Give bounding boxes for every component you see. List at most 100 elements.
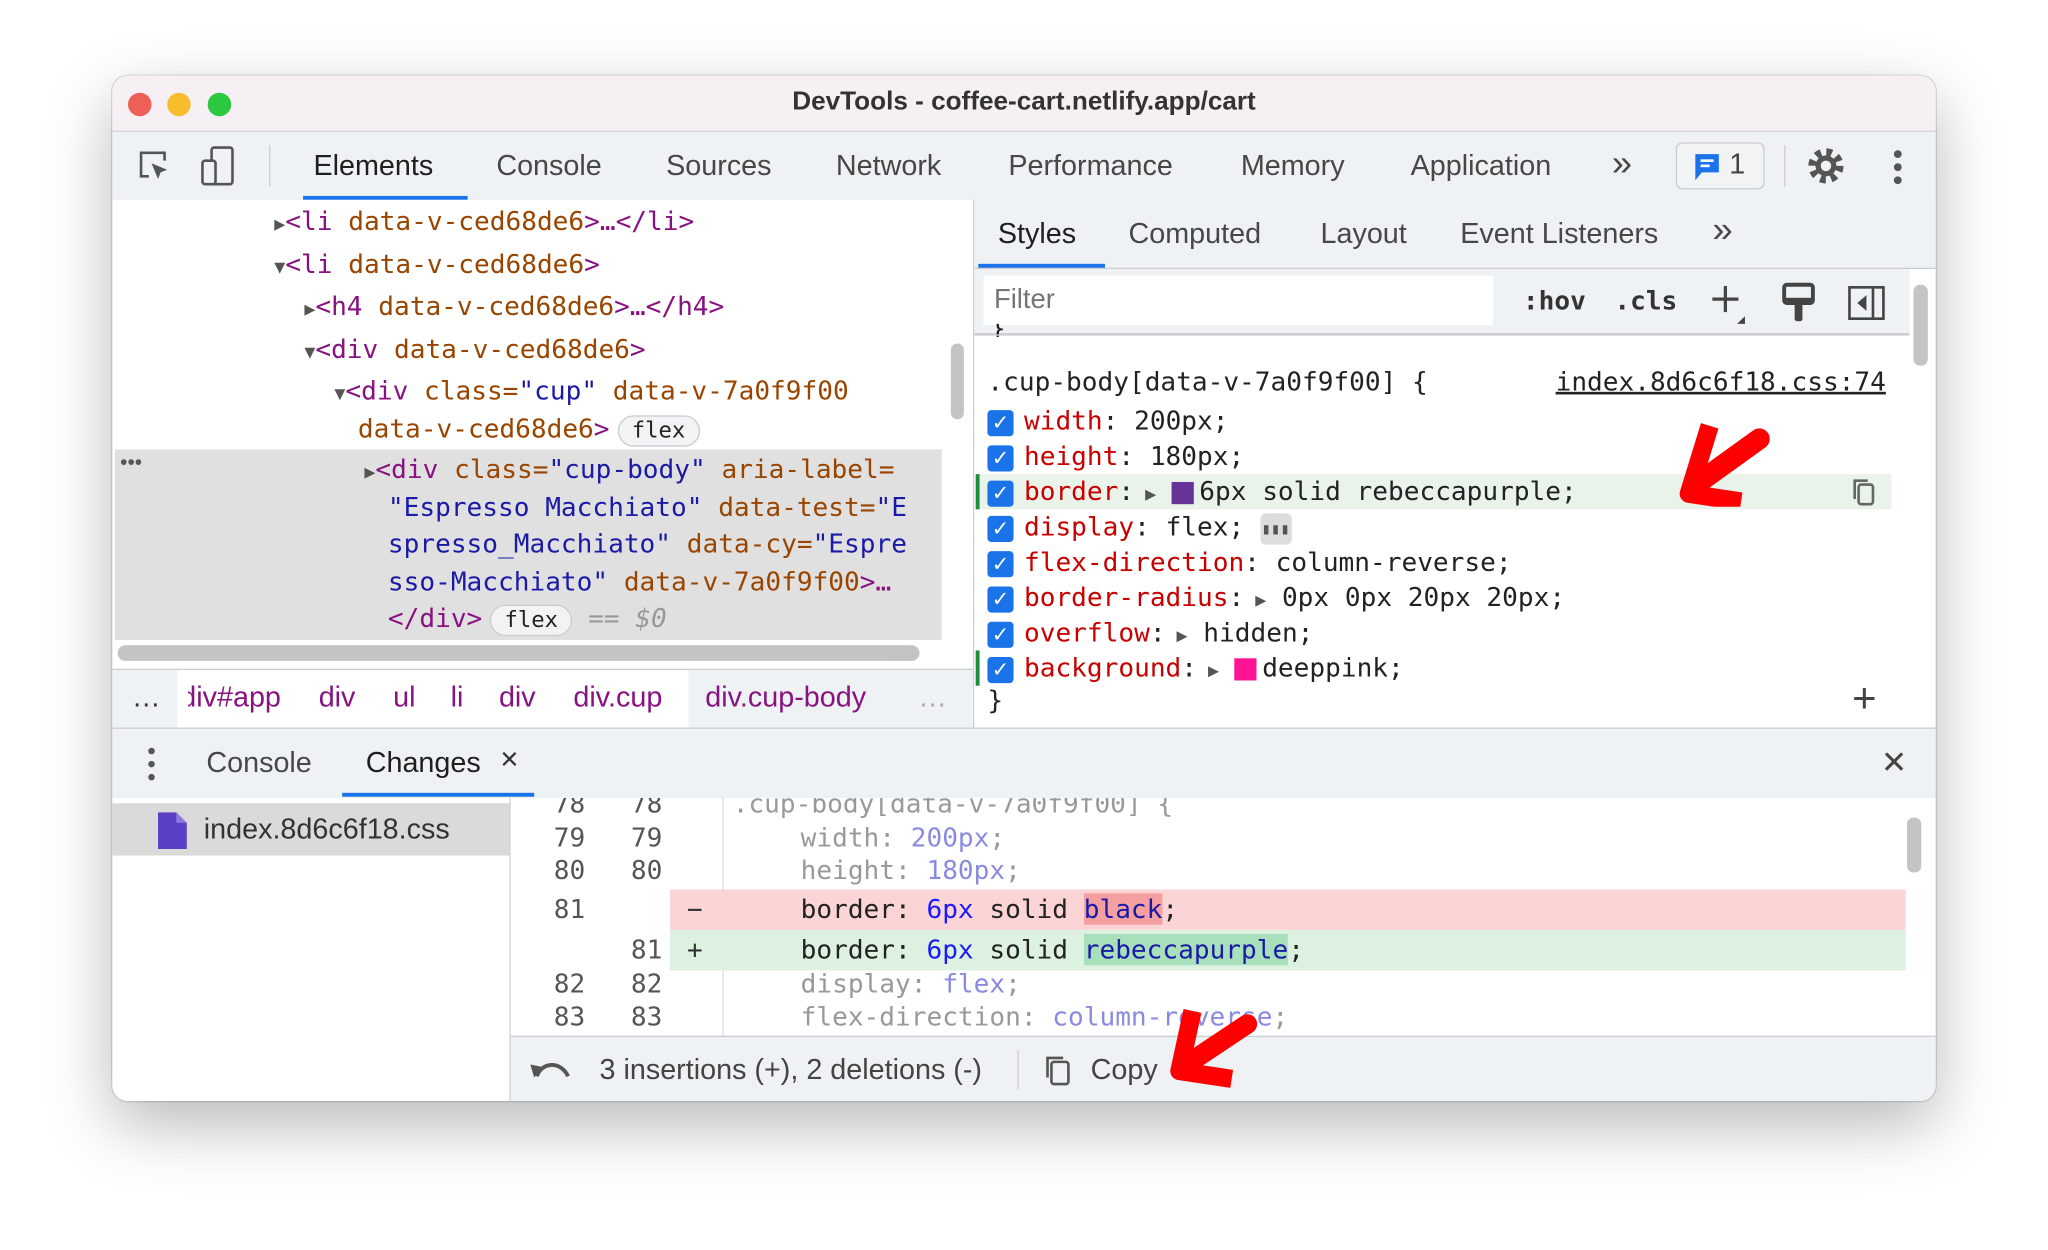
breadcrumb-div-app[interactable]: div#app [188,680,281,714]
breadcrumb-li[interactable]: li [451,680,464,714]
file-list-item[interactable]: index.8d6c6f18.css [112,803,510,856]
property-checkbox[interactable]: ✓ [987,479,1014,507]
property-checkbox[interactable]: ✓ [987,444,1014,471]
property-checkbox[interactable]: ✓ [987,550,1014,577]
tab-console[interactable]: Console [496,149,601,183]
property-checkbox[interactable]: ✓ [987,656,1014,683]
style-property-border-radius[interactable]: ✓ border-radius: ▶ 0px 0px 20px 20px; [987,580,1565,615]
settings-gear-icon[interactable] [1805,145,1847,187]
file-name: index.8d6c6f18.css [203,812,450,846]
dom-node-div-cup-body[interactable]: ▶<div class="cup-body" aria-label= [364,451,894,488]
property-checkbox[interactable]: ✓ [987,585,1014,612]
expand-triangle-icon[interactable]: ▶ [1244,590,1266,611]
collapse-triangle-icon[interactable]: ▼ [334,384,345,405]
diff-line: 80 80 height: 180px; [553,854,1021,886]
style-property-height[interactable]: ✓ height: 180px; [987,439,1244,474]
style-property-background[interactable]: ✓ background: ▶ deeppink; [987,650,1404,685]
add-property-plus-icon[interactable]: + [1852,674,1876,722]
dom-node-close-line: </div> flex == $0 [388,600,667,637]
expand-triangle-icon[interactable]: ▶ [1166,626,1188,647]
tab-memory[interactable]: Memory [1241,149,1345,183]
expand-triangle-icon[interactable]: ▶ [1197,661,1219,682]
breadcrumb-div-cup[interactable]: div.cup [573,680,662,714]
style-property-display[interactable]: ✓ display: flex; ▮▮▮ [987,509,1292,544]
tab-event-listeners[interactable]: Event Listeners [1460,217,1658,251]
expand-triangle-icon[interactable]: ▶ [1134,485,1156,506]
tab-performance[interactable]: Performance [1008,149,1173,183]
inspect-element-icon[interactable] [136,148,175,187]
dom-node-div[interactable]: ▼<div data-v-ced68de6> [304,330,645,367]
copy-button[interactable]: Copy [1091,1053,1158,1087]
rule-source-link[interactable]: index.8d6c6f18.css:74 [1556,366,1886,397]
revert-undo-icon[interactable] [529,1055,573,1084]
styles-scrollbar[interactable] [1913,284,1928,366]
vertical-scrollbar[interactable] [950,343,964,420]
breadcrumb-scroll-right[interactable]: … [918,680,947,714]
tab-network[interactable]: Network [836,149,941,183]
hover-state-toggle[interactable]: :hov [1523,285,1586,316]
close-drawer-icon[interactable]: ✕ [1881,744,1907,782]
issues-button[interactable]: 1 [1675,142,1765,190]
style-property-overflow[interactable]: ✓ overflow: ▶ hidden; [987,615,1313,650]
divider [269,144,271,187]
expand-triangle-icon[interactable]: ▶ [304,299,315,320]
dom-node-h4[interactable]: ▶<h4 data-v-ced68de6>…</h4> [304,287,724,324]
drawer-tab-console[interactable]: Console [206,746,311,780]
diff-view: 78 78 .cup-body[data-v-7a0f9f00] {79 79 widt… [510,798,1936,1036]
color-swatch[interactable] [1171,481,1195,505]
more-options-kebab-icon[interactable] [1889,148,1907,187]
style-property-flex-direction[interactable]: ✓ flex-direction: column-reverse; [987,545,1512,580]
dom-node-li-collapsed[interactable]: ▶<li data-v-ced68de6>…</li> [274,202,694,239]
close-changes-tab-icon[interactable]: × [500,742,518,779]
collapse-triangle-icon[interactable]: ▼ [274,257,285,278]
changed-marker [975,474,980,510]
device-toolbar-icon[interactable] [199,145,238,189]
diff-scrollbar[interactable] [1906,817,1922,873]
dom-node-div-cup[interactable]: ▼<div class="cup" data-v-7a0f9f00 [334,372,848,409]
dom-node-attr-line: spresso_Macchiato" data-cy="Espre [387,527,907,560]
active-subtab-indicator [978,263,1105,268]
tab-elements[interactable]: Elements [313,149,433,183]
property-checkbox[interactable]: ✓ [987,621,1014,648]
divider [1784,144,1786,187]
tab-styles[interactable]: Styles [998,217,1076,251]
copy-icon[interactable] [1044,1054,1073,1088]
tab-application[interactable]: Application [1411,149,1552,183]
tab-computed[interactable]: Computed [1128,217,1261,251]
tab-sources[interactable]: Sources [666,149,771,183]
copy-declaration-icon[interactable] [1851,478,1877,507]
more-tabs-chevron-icon[interactable]: » [1612,142,1632,184]
new-style-rule-plus-icon[interactable] [1711,282,1748,326]
breadcrumb-div-2[interactable]: div [499,680,536,714]
style-property-width[interactable]: ✓ width: 200px; [987,404,1228,439]
property-checkbox[interactable]: ✓ [987,515,1014,542]
paint-brush-icon[interactable] [1782,282,1816,324]
flexbox-editor-icon[interactable]: ▮▮▮ [1259,512,1292,544]
drawer-tab-changes[interactable]: Changes [366,746,481,780]
breadcrumb-scroll-left[interactable]: … [132,680,161,714]
toggle-sidebar-icon[interactable] [1847,285,1886,322]
expand-triangle-icon[interactable]: ▶ [364,462,375,483]
breadcrumb-div-cup-body[interactable]: div.cup-body [705,680,866,714]
collapse-triangle-icon[interactable]: ▼ [304,342,315,363]
expand-triangle-icon[interactable]: ▶ [274,214,285,235]
class-toggle[interactable]: .cls [1614,285,1677,316]
dom-node-li-expanded[interactable]: ▼<li data-v-ced68de6> [274,246,600,283]
changes-summary: 3 insertions (+), 2 deletions (-) [599,1052,982,1086]
color-swatch[interactable] [1234,658,1257,681]
tab-layout[interactable]: Layout [1320,217,1406,251]
styles-filter-input[interactable] [983,275,1493,326]
property-checkbox[interactable]: ✓ [987,409,1014,436]
more-subtabs-chevron-icon[interactable]: » [1712,209,1732,251]
breadcrumb-div[interactable]: div [319,680,356,714]
flex-badge[interactable]: flex [490,604,573,637]
node-actions-ellipsis[interactable]: ••• [120,452,142,476]
breadcrumb-ul[interactable]: ul [393,680,415,714]
dom-node-attr-line: "Espresso Macchiato" data-test="E [387,491,907,523]
horizontal-scrollbar[interactable] [117,645,920,661]
rule-selector[interactable]: .cup-body[data-v-7a0f9f00] { [987,366,1427,397]
dom-node-attr-line: sso-Macchiato" data-v-7a0f9f00>… [387,565,892,597]
style-property-border[interactable]: ✓ border: ▶ 6px solid rebeccapurple; [987,474,1577,509]
drawer-menu-kebab-icon[interactable] [146,747,156,781]
flex-badge[interactable]: flex [617,415,700,447]
